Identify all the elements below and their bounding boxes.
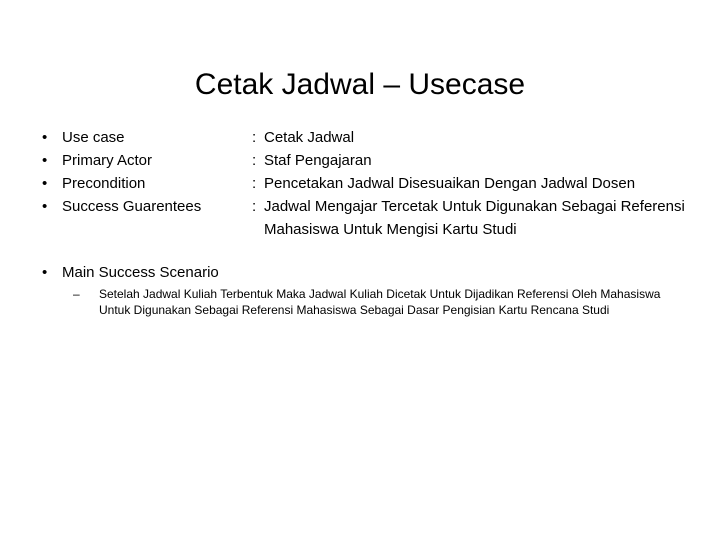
field-value: Jadwal Mengajar Tercetak Untuk Digunakan… — [264, 198, 685, 238]
colon-separator: : — [252, 152, 257, 169]
bullet-icon: • — [42, 152, 48, 169]
scenario-detail-block: – Setelah Jadwal Kuliah Terbentuk Maka J… — [36, 286, 696, 318]
slide-body: • Use case : Cetak Jadwal • Primary Acto… — [36, 126, 696, 318]
scenario-heading: Main Success Scenario — [62, 264, 219, 281]
field-value: Pencetakan Jadwal Disesuaikan Dengan Jad… — [264, 175, 636, 192]
page-title: Cetak Jadwal – Usecase — [194, 68, 526, 102]
list-item: – Setelah Jadwal Kuliah Terbentuk Maka J… — [73, 286, 696, 318]
bullet-icon: • — [42, 264, 48, 281]
field-value-group: : Jadwal Mengajar Tercetak Untuk Digunak… — [252, 195, 696, 241]
field-label: Success Guarentees — [62, 198, 202, 215]
colon-separator: : — [252, 175, 257, 192]
list-item: • Use case : Cetak Jadwal — [36, 126, 696, 149]
scenario-detail-text: Setelah Jadwal Kuliah Terbentuk Maka Jad… — [99, 287, 661, 317]
field-value: Staf Pengajaran — [264, 152, 372, 169]
field-value: Cetak Jadwal — [264, 129, 355, 146]
field-value-group: : Staf Pengajaran — [252, 149, 696, 172]
field-label: Primary Actor — [62, 152, 153, 169]
field-value-group: : Pencetakan Jadwal Disesuaikan Dengan J… — [252, 172, 696, 195]
field-value-group: : Cetak Jadwal — [252, 126, 696, 149]
slide-canvas: Cetak Jadwal – Usecase • Use case : Ceta… — [0, 0, 720, 540]
colon-separator: : — [252, 129, 257, 146]
list-item: • Main Success Scenario — [36, 261, 696, 284]
list-item: • Precondition : Pencetakan Jadwal Dises… — [36, 172, 696, 195]
field-label: Use case — [62, 129, 125, 146]
bullet-icon: • — [42, 198, 48, 215]
list-item: • Primary Actor : Staf Pengajaran — [36, 149, 696, 172]
dash-bullet-icon: – — [73, 287, 80, 301]
field-label: Precondition — [62, 175, 146, 192]
bullet-icon: • — [42, 129, 48, 146]
bullet-icon: • — [42, 175, 48, 192]
list-item: • Success Guarentees : Jadwal Mengajar T… — [36, 195, 696, 241]
colon-separator: : — [252, 198, 257, 215]
